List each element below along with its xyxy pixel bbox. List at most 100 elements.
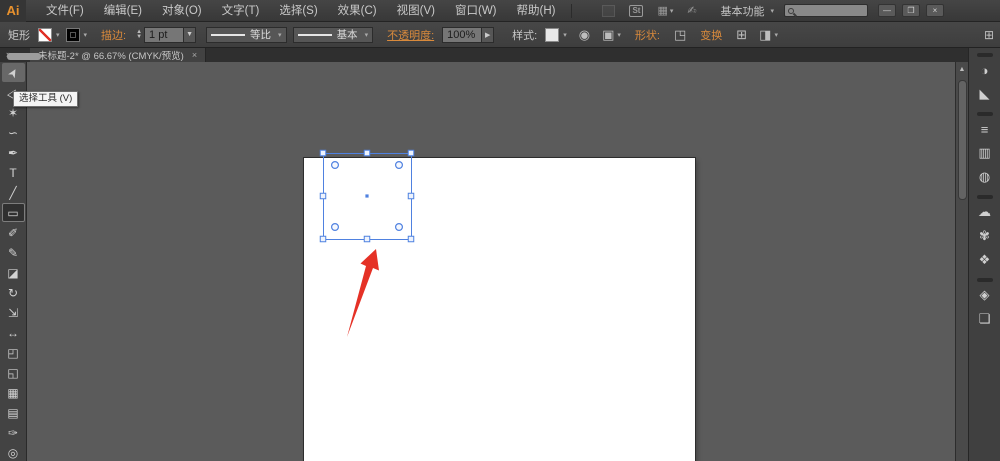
chevron-down-icon: ▾: [670, 7, 674, 15]
menu-item-1[interactable]: 编辑(E): [94, 0, 152, 22]
dock-group-3: ◈❏: [969, 273, 1000, 330]
dock-grip[interactable]: [977, 53, 993, 57]
shape-builder-tool[interactable]: ◱: [2, 363, 25, 382]
color-panel-icon[interactable]: ◑: [973, 59, 997, 81]
transparency-panel-icon[interactable]: ◍: [973, 166, 997, 188]
graphic-style-control[interactable]: ▾: [545, 28, 567, 42]
transform-label[interactable]: 变换: [700, 27, 722, 43]
width-profile-dropdown[interactable]: 等比 ▾: [206, 27, 287, 43]
dock-grip[interactable]: [977, 278, 993, 282]
stroke-swatch[interactable]: [66, 28, 80, 42]
gradient-tool[interactable]: ▤: [2, 403, 25, 422]
arrange-documents-icon[interactable]: ▦▾: [657, 4, 673, 17]
menu-item-8[interactable]: 帮助(H): [507, 0, 566, 22]
scale-tool-icon: ⇲: [8, 306, 18, 320]
menu-item-3[interactable]: 文字(T): [212, 0, 270, 22]
width-tool[interactable]: ↔: [2, 323, 25, 342]
shape-label[interactable]: 形状:: [635, 27, 660, 43]
stroke-weight-dropdown[interactable]: ▼: [184, 27, 196, 43]
scrollbar-thumb[interactable]: [958, 80, 967, 200]
workspace-label: 基本功能: [720, 3, 764, 19]
shape-properties-icon[interactable]: ◳: [674, 27, 686, 43]
target-object-label: 矩形: [8, 27, 30, 43]
layers-panel-icon[interactable]: ◈: [973, 284, 997, 306]
opacity-expand-button[interactable]: ▶: [482, 27, 494, 43]
workspace-switcher[interactable]: 基本功能 ▾: [720, 3, 774, 19]
libraries-panel-icon[interactable]: ☁: [973, 201, 997, 223]
menu-item-2[interactable]: 对象(O): [152, 0, 212, 22]
free-transform-tool[interactable]: ◰: [2, 343, 25, 362]
stroke-color-control[interactable]: ▾: [66, 28, 88, 42]
window-controls: — ❐ ×: [878, 4, 944, 17]
close-button[interactable]: ×: [926, 4, 944, 17]
blend-tool[interactable]: ◎: [2, 443, 25, 461]
eyedropper-tool[interactable]: ✑: [2, 423, 25, 442]
chevron-down-icon: ▾: [774, 31, 778, 39]
opacity-label[interactable]: 不透明度:: [387, 27, 434, 43]
selection-tool[interactable]: ➤: [2, 63, 25, 82]
menu-item-6[interactable]: 视图(V): [387, 0, 445, 22]
menu-item-7[interactable]: 窗口(W): [445, 0, 507, 22]
recolor-artwork-icon[interactable]: ◉: [579, 27, 590, 43]
align-options-icon[interactable]: ▣▾: [602, 27, 621, 43]
scroll-up-icon[interactable]: ▲: [956, 62, 968, 73]
paintbrush-tool[interactable]: ✐: [2, 223, 25, 242]
color-guide-panel-icon[interactable]: ◣: [973, 83, 997, 105]
main-menu: 文件(F)编辑(E)对象(O)文字(T)选择(S)效果(C)视图(V)窗口(W)…: [36, 0, 565, 22]
lasso-tool[interactable]: ∽: [2, 123, 25, 142]
eyedropper-tool-icon: ✑: [8, 426, 18, 440]
fill-color-control[interactable]: ▾: [38, 28, 60, 42]
artboard[interactable]: [304, 158, 695, 461]
mesh-tool[interactable]: ▦: [2, 383, 25, 402]
eraser-tool-icon: ◪: [7, 266, 18, 280]
dock-grip[interactable]: [977, 112, 993, 116]
style-swatch[interactable]: [545, 28, 559, 42]
control-panel-menu-icon[interactable]: ⊞: [984, 28, 994, 42]
search-input[interactable]: [784, 4, 868, 17]
stroke-weight-input[interactable]: 1 pt: [144, 27, 184, 43]
rectangle-tool[interactable]: ▭: [2, 203, 25, 222]
symbols-panel-icon[interactable]: ❖: [973, 249, 997, 271]
brushes-panel-icon[interactable]: ✾: [973, 225, 997, 247]
canvas-area[interactable]: [27, 62, 955, 461]
eraser-tool[interactable]: ◪: [2, 263, 25, 282]
scale-tool[interactable]: ⇲: [2, 303, 25, 322]
stroke-panel-icon[interactable]: ≡: [973, 118, 997, 140]
bridge-icon[interactable]: [602, 5, 615, 17]
tools-panel-grip[interactable]: [7, 53, 41, 60]
menu-item-4[interactable]: 选择(S): [269, 0, 327, 22]
minimize-button[interactable]: —: [878, 4, 896, 17]
rotate-tool[interactable]: ↻: [2, 283, 25, 302]
menu-item-5[interactable]: 效果(C): [328, 0, 387, 22]
line-segment-tool[interactable]: ╱: [2, 183, 25, 202]
tab-close-icon[interactable]: ×: [192, 50, 197, 60]
tools-panel: ➤▷✶∽✒T╱▭✐✎◪↻⇲↔◰◱▦▤✑◎: [0, 62, 27, 461]
dock-group-0: ◑◣: [969, 48, 1000, 105]
share-icon[interactable]: ✍: [687, 4, 696, 17]
paintbrush-tool-icon: ✐: [8, 226, 18, 240]
magic-wand-tool-icon: ✶: [8, 106, 18, 120]
brush-definition-dropdown[interactable]: 基本 ▾: [293, 27, 374, 43]
chevron-down-icon: ▾: [770, 7, 774, 15]
vertical-scrollbar[interactable]: ▲: [955, 62, 968, 461]
document-tab[interactable]: 未标题-2* @ 66.67% (CMYK/预览) ×: [30, 48, 206, 62]
artboards-panel-icon[interactable]: ❏: [973, 308, 997, 330]
stock-icon[interactable]: St: [629, 5, 643, 17]
isolate-object-icon[interactable]: ◨▾: [759, 27, 778, 43]
menu-item-0[interactable]: 文件(F): [36, 0, 94, 22]
transform-panel-icon[interactable]: ⊞: [736, 27, 747, 43]
brush-line-icon: [298, 34, 332, 36]
fill-swatch-none[interactable]: [38, 28, 52, 42]
profile-value: 等比: [250, 27, 271, 42]
type-tool[interactable]: T: [2, 163, 25, 182]
pen-tool[interactable]: ✒: [2, 143, 25, 162]
control-bar: 矩形 ▾ ▾ 描边: ▲▼ 1 pt ▼ 等比 ▾ 基本 ▾ 不透明度: 100…: [0, 22, 1000, 48]
opacity-input[interactable]: 100%: [442, 27, 482, 43]
dock-group-1: ≡▥◍: [969, 107, 1000, 188]
dock-grip[interactable]: [977, 195, 993, 199]
stroke-weight-stepper[interactable]: ▲▼: [136, 30, 142, 40]
restore-button[interactable]: ❐: [902, 4, 920, 17]
pencil-tool[interactable]: ✎: [2, 243, 25, 262]
stroke-weight-label[interactable]: 描边:: [101, 27, 126, 43]
gradient-panel-icon[interactable]: ▥: [973, 142, 997, 164]
